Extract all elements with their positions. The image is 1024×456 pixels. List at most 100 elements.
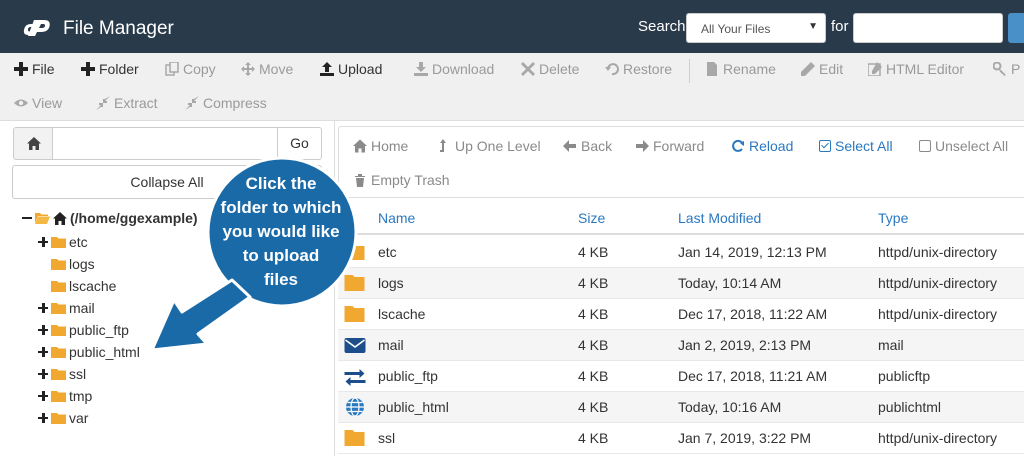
back-label: Back: [581, 138, 613, 154]
file-size: 4 KB: [578, 399, 609, 415]
key-icon: [993, 62, 1006, 76]
reload-button[interactable]: Reload: [731, 138, 793, 154]
tree-folder-tmp[interactable]: tmp: [38, 388, 92, 404]
empty-trash-button[interactable]: Empty Trash: [353, 172, 450, 188]
folder-icon: [51, 413, 66, 424]
compress-icon: [185, 96, 199, 110]
up-one-level-button[interactable]: Up One Level: [437, 138, 541, 154]
expand-plus-icon[interactable]: [38, 346, 49, 358]
unselect-all-label: Unselect All: [935, 138, 1009, 154]
column-header-type[interactable]: Type: [878, 210, 908, 226]
file-name: public_html: [378, 399, 449, 415]
tree-folder-etc[interactable]: etc: [38, 234, 88, 250]
file-size: 4 KB: [578, 368, 609, 384]
tree-folder-label: tmp: [69, 388, 93, 404]
toolbar-html-editor-button[interactable]: HTML Editor: [868, 61, 964, 77]
file-last-modified: Dec 17, 2018, 11:21 AM: [678, 368, 828, 384]
forward-button[interactable]: Forward: [635, 138, 704, 154]
folder-icon: [51, 259, 66, 270]
path-input[interactable]: [52, 127, 278, 160]
home-icon: [53, 211, 67, 225]
toolbar-extract-button[interactable]: Extract: [96, 95, 158, 111]
table-row[interactable]: lscache 4 KB Dec 17, 2018, 11:22 AM httpd/u…: [338, 299, 1024, 330]
tree-folder-public-html[interactable]: public_html: [38, 344, 140, 360]
home-nav-button[interactable]: Home: [353, 138, 408, 154]
column-header-last-modified[interactable]: Last Modified: [678, 210, 761, 226]
toolbar-delete-button[interactable]: Delete: [521, 61, 579, 77]
table-row[interactable]: public_ftp 4 KB Dec 17, 2018, 11:21 AM publ…: [338, 361, 1024, 392]
tree-folder-label: ssl: [69, 366, 87, 382]
tree-folder-var[interactable]: var: [38, 410, 88, 426]
checked-box-icon: [819, 140, 831, 152]
cpanel-logo-icon: [23, 20, 50, 36]
back-button[interactable]: Back: [563, 138, 612, 154]
plus-icon: [81, 62, 95, 76]
tree-folder-ssl[interactable]: ssl: [38, 366, 86, 382]
tree-folder-mail[interactable]: mail: [38, 300, 95, 316]
html-editor-icon: [868, 62, 882, 76]
toolbar-view-button[interactable]: View: [14, 95, 62, 111]
column-header-size[interactable]: Size: [578, 210, 605, 226]
search-input[interactable]: [853, 13, 1003, 43]
callout-text: Click the folder to which you would like…: [206, 172, 356, 292]
toolbar-button-label: HTML Editor: [886, 61, 965, 77]
toolbar-copy-button[interactable]: Copy: [165, 61, 216, 77]
reload-icon: [732, 139, 744, 152]
copy-icon: [165, 62, 179, 76]
toolbar-button-label: Copy: [183, 61, 216, 77]
table-row[interactable]: logs 4 KB Today, 10:14 AM httpd/unix-direct…: [338, 268, 1024, 299]
expand-plus-icon[interactable]: [38, 390, 49, 402]
toolbar-rename-button[interactable]: Rename: [705, 61, 776, 77]
table-row[interactable]: etc 4 KB Jan 14, 2019, 12:13 PM httpd/unix-…: [338, 237, 1024, 268]
toolbar-move-button[interactable]: Move: [241, 61, 293, 77]
tree-folder-label: public_ftp: [69, 322, 129, 338]
collapse-minus-icon[interactable]: [22, 213, 33, 224]
toolbar-compress-button[interactable]: Compress: [185, 95, 267, 111]
globe-icon: [346, 397, 364, 417]
toolbar-edit-button[interactable]: Edit: [801, 61, 843, 77]
tree-folder-public-ftp[interactable]: public_ftp: [38, 322, 129, 338]
folder-icon: [51, 281, 66, 292]
toolbar-download-button[interactable]: Download: [414, 61, 494, 77]
table-row[interactable]: mail 4 KB Jan 2, 2019, 2:13 PM mail: [338, 330, 1024, 361]
download-icon: [414, 62, 428, 76]
for-label: for: [831, 18, 849, 35]
select-all-button[interactable]: Select All: [819, 138, 893, 154]
tree-root[interactable]: (/home/ggexample): [22, 210, 198, 226]
table-row[interactable]: ssl 4 KB Jan 7, 2019, 3:22 PM httpd/unix-di…: [338, 423, 1024, 454]
path-go-button[interactable]: Go: [277, 127, 322, 160]
toolbar-folder-button[interactable]: Folder: [81, 61, 139, 77]
tree-folder-logs[interactable]: logs: [51, 256, 95, 272]
callout-line: Click the: [245, 174, 317, 193]
arrow-right-icon: [636, 140, 649, 152]
file-type: httpd/unix-directory: [878, 430, 998, 446]
toolbar-button-label: Move: [259, 61, 294, 77]
file-list-panel: Home Up One Level Back Forward Reload Se…: [336, 121, 1024, 456]
expand-plus-icon[interactable]: [38, 412, 49, 424]
expand-plus-icon[interactable]: [38, 324, 49, 336]
file-size: 4 KB: [578, 430, 609, 446]
navigation-bar: Home Up One Level Back Forward Reload Se…: [338, 126, 1024, 198]
expand-plus-icon[interactable]: [38, 302, 49, 314]
table-row[interactable]: public_html 4 KB Today, 10:16 AM publichtml: [338, 392, 1024, 423]
callout-line: you would like: [222, 222, 340, 241]
tree-home-button[interactable]: [13, 127, 53, 160]
folder-icon: [51, 303, 66, 314]
tree-folder-label: etc: [69, 234, 88, 250]
delete-icon: [521, 62, 535, 76]
toolbar-button-label: P: [1011, 61, 1021, 77]
search-scope-select[interactable]: All Your Files ▼: [686, 13, 826, 43]
unselect-all-button[interactable]: Unselect All: [919, 138, 1008, 154]
toolbar-upload-button[interactable]: Upload: [320, 61, 382, 77]
file-last-modified: Dec 17, 2018, 11:22 AM: [678, 306, 828, 322]
toolbar-p-button[interactable]: P: [993, 61, 1020, 77]
level-up-icon: [440, 139, 446, 152]
toolbar-restore-button[interactable]: Restore: [605, 61, 672, 77]
toolbar-button-label: Restore: [623, 61, 673, 77]
search-go-button[interactable]: [1008, 13, 1024, 43]
expand-plus-icon[interactable]: [38, 368, 49, 380]
expand-plus-icon[interactable]: [38, 236, 49, 248]
tree-folder-lscache[interactable]: lscache: [51, 278, 116, 294]
column-header-name[interactable]: Name: [378, 210, 415, 226]
toolbar-file-button[interactable]: File: [14, 61, 55, 77]
